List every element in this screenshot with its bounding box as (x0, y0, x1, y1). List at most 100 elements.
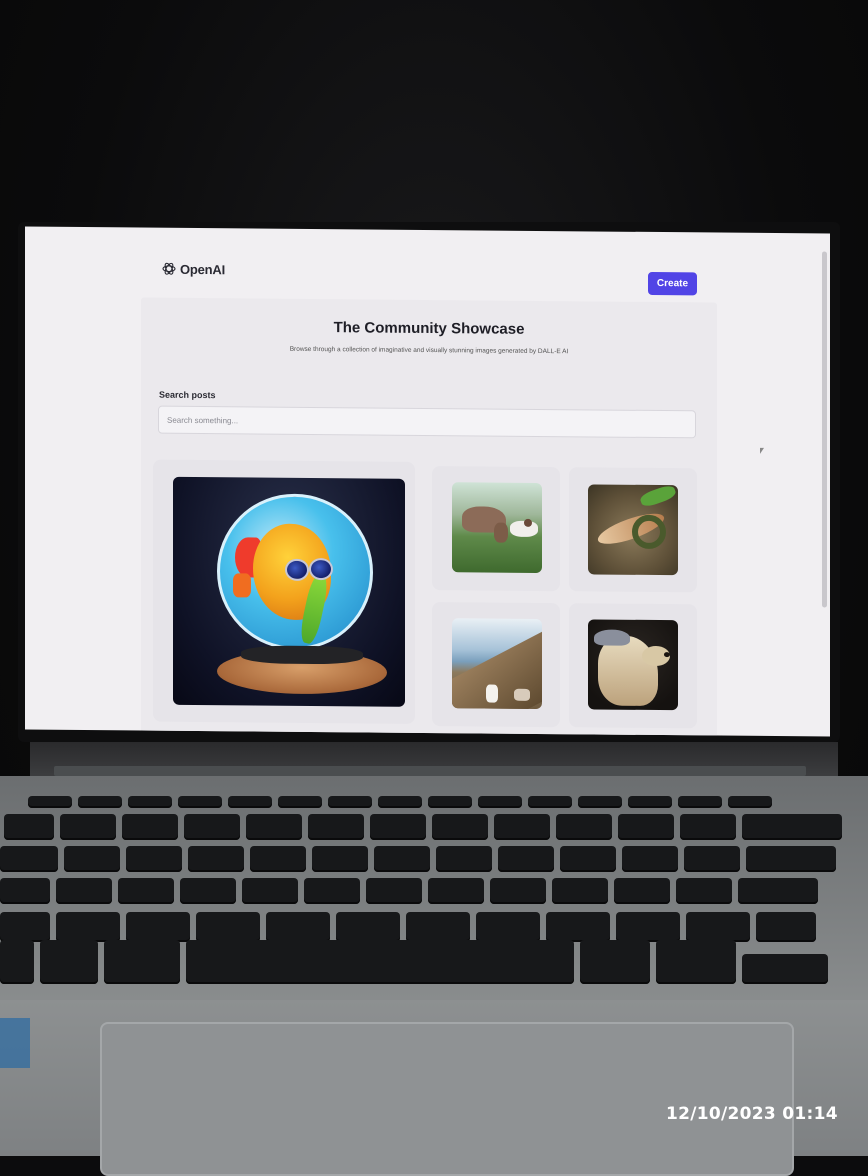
key (556, 814, 612, 840)
key (336, 912, 400, 942)
key (478, 796, 522, 808)
key (228, 796, 272, 808)
key (250, 846, 306, 872)
spacebar (186, 940, 574, 984)
laptop-screen: OpenAI Create The Community Showcase Bro… (25, 226, 830, 737)
key (628, 796, 672, 808)
logo-text: OpenAI (180, 261, 226, 277)
search-input[interactable] (158, 405, 696, 439)
key (242, 878, 298, 904)
touchpad (100, 1022, 794, 1176)
fish-eye (309, 557, 333, 581)
key (428, 796, 472, 808)
key (656, 940, 736, 984)
windows-key (40, 940, 98, 984)
laptop-keyboard (0, 776, 868, 1006)
search-label: Search posts (159, 389, 216, 401)
key (616, 912, 680, 942)
key (622, 846, 678, 872)
key-row (0, 878, 818, 904)
key (56, 912, 120, 942)
post-image-cow-and-dog[interactable] (452, 482, 542, 573)
fish-tail (233, 573, 251, 598)
key (476, 912, 540, 942)
fish-eye (285, 558, 309, 581)
key (614, 878, 670, 904)
key (370, 814, 426, 840)
key (178, 796, 222, 808)
key (746, 846, 836, 872)
key (0, 846, 58, 872)
key (126, 846, 182, 872)
otter-nose (664, 652, 670, 658)
laptop-sticker (0, 1018, 30, 1068)
key (304, 878, 360, 904)
key (308, 814, 364, 840)
key-row (0, 912, 816, 942)
key (676, 878, 732, 904)
key-row (28, 796, 772, 808)
key (552, 878, 608, 904)
key (122, 814, 178, 840)
key (498, 846, 554, 872)
key (742, 814, 842, 840)
key (64, 846, 120, 872)
photo-timestamp: 12/10/2023 01:14 (666, 1104, 838, 1124)
key (578, 796, 622, 808)
post-image-fish-in-bowl[interactable] (173, 476, 405, 707)
eel-coil (632, 514, 666, 550)
key (560, 846, 616, 872)
key (374, 846, 430, 872)
key (580, 940, 650, 984)
key (118, 878, 174, 904)
key (184, 814, 240, 840)
key (278, 796, 322, 808)
key (196, 912, 260, 942)
key (546, 912, 610, 942)
key (0, 940, 34, 984)
scrollbar[interactable] (822, 251, 827, 608)
key (436, 846, 492, 872)
key-row (0, 846, 836, 872)
key (180, 878, 236, 904)
key (490, 878, 546, 904)
cow-head (494, 522, 508, 543)
header-logo[interactable]: OpenAI (161, 261, 225, 278)
mouse-cursor-icon (760, 447, 764, 454)
person (514, 688, 530, 701)
key (328, 796, 372, 808)
key (378, 796, 422, 808)
key (312, 846, 368, 872)
key (126, 912, 190, 942)
arrow-key (742, 954, 828, 984)
key (686, 912, 750, 942)
pebbles (241, 645, 363, 665)
post-image-hillside[interactable] (452, 618, 542, 709)
laptop-vent-strip (54, 766, 806, 776)
key (728, 796, 772, 808)
key (0, 912, 50, 942)
key (266, 912, 330, 942)
person (486, 684, 498, 703)
key (246, 814, 302, 840)
key (4, 814, 54, 840)
key (494, 814, 550, 840)
key (78, 796, 122, 808)
greens (638, 484, 678, 509)
key (738, 878, 818, 904)
key (104, 940, 180, 984)
key-row (4, 814, 842, 840)
otter-cap (594, 629, 630, 646)
key (528, 796, 572, 808)
key (618, 814, 674, 840)
key (684, 846, 740, 872)
post-image-otter[interactable] (588, 619, 678, 711)
key (428, 878, 484, 904)
key (756, 912, 816, 942)
post-image-eel[interactable] (588, 484, 678, 576)
key (0, 878, 50, 904)
dog-spot (524, 518, 532, 527)
key (680, 814, 736, 840)
create-button[interactable]: Create (648, 271, 697, 296)
key (188, 846, 244, 872)
